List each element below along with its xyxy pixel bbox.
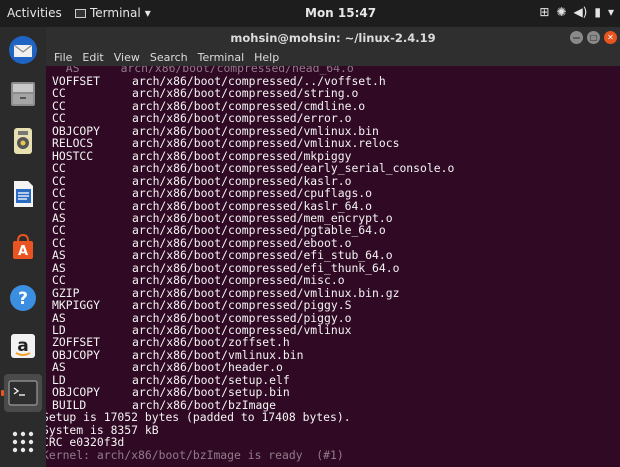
help-icon: ?	[10, 285, 36, 311]
menu-edit[interactable]: Edit	[82, 51, 103, 64]
dock-item-terminal[interactable]	[1, 374, 42, 412]
app-menu[interactable]: Terminal ▾	[75, 6, 151, 20]
rhythmbox-icon	[14, 128, 32, 154]
terminal-line-kernel: Kernel: arch/x86/boot/bzImage is ready (…	[46, 447, 344, 462]
svg-text:A: A	[18, 244, 28, 259]
dock-item-software[interactable]: A	[4, 228, 42, 266]
svg-text:a: a	[17, 336, 28, 356]
window-title: mohsin@mohsin: ~/linux-2.4.19	[230, 31, 436, 45]
volume-icon: ◀)	[573, 5, 588, 19]
dock-item-files[interactable]	[4, 75, 42, 113]
dock-item-help[interactable]: ?	[4, 279, 42, 317]
dock-item-amazon[interactable]: a	[4, 327, 42, 365]
menu-view[interactable]: View	[114, 51, 140, 64]
files-icon	[11, 82, 35, 106]
close-button[interactable]: ✕	[604, 31, 617, 44]
svg-text:?: ?	[18, 289, 28, 309]
app-menu-label: Terminal	[90, 6, 141, 20]
top-bar: Activities Terminal ▾ Mon 15:47 ⊞ ✺ ◀) ▮…	[0, 0, 620, 27]
dock: A ? a	[0, 27, 46, 467]
libreoffice-writer-icon	[14, 181, 33, 207]
clock[interactable]: Mon 15:47	[305, 6, 376, 20]
activities-button[interactable]: Activities	[7, 6, 62, 20]
dock-item-show-apps[interactable]	[4, 423, 42, 461]
terminal-window: mohsin@mohsin: ~/linux-2.4.19 — □ ✕ File…	[46, 27, 620, 467]
battery-icon: ▮	[594, 5, 601, 19]
show-apps-icon	[12, 431, 34, 453]
network-icon: ⊞	[539, 5, 550, 19]
terminal-small-icon	[75, 8, 86, 18]
terminal-icon	[8, 380, 38, 406]
amazon-icon: a	[11, 334, 35, 358]
minimize-button[interactable]: —	[570, 31, 583, 44]
chevron-down-icon: ▾	[144, 6, 151, 20]
window-titlebar[interactable]: mohsin@mohsin: ~/linux-2.4.19 — □ ✕	[46, 27, 620, 49]
thunderbird-icon	[9, 36, 37, 64]
dock-item-rhythmbox[interactable]	[4, 122, 42, 160]
software-center-icon: A	[13, 233, 33, 259]
accessibility-icon: ✺	[556, 5, 567, 19]
maximize-button[interactable]: □	[587, 31, 600, 44]
menu-bar: File Edit View Search Terminal Help	[46, 49, 620, 66]
menu-search[interactable]: Search	[150, 51, 188, 64]
menu-help[interactable]: Help	[254, 51, 279, 64]
dock-item-thunderbird[interactable]	[4, 31, 42, 69]
system-status-menu[interactable]: ⊞ ✺ ◀) ▮ ▾	[539, 5, 614, 19]
menu-terminal[interactable]: Terminal	[198, 51, 245, 64]
menu-file[interactable]: File	[54, 51, 72, 64]
chevron-down-icon: ▾	[607, 5, 614, 19]
dock-item-writer[interactable]	[4, 175, 42, 213]
terminal-output[interactable]: AS arch/x86/boot/compressed/head_64.o VO…	[46, 66, 620, 467]
